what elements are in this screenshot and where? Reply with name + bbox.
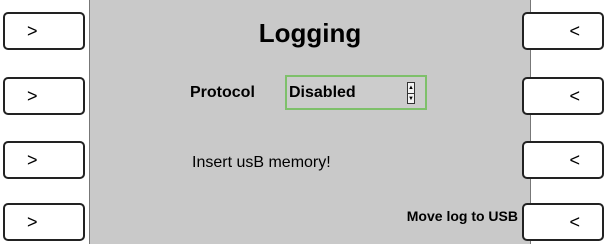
chevron-right-icon: > [27,149,38,170]
display-screen: Logging Protocol Disabled ▲ ▼ Insert usB… [89,0,531,244]
chevron-left-icon: < [569,149,580,170]
right-softkey-1[interactable]: < [522,12,604,50]
status-message: Insert usB memory! [192,154,331,171]
left-softkey-3[interactable]: > [3,141,85,179]
chevron-right-icon: > [27,20,38,41]
protocol-select[interactable]: Disabled ▲ ▼ [285,75,427,110]
right-softkey-4-move-log[interactable]: < [522,203,604,241]
chevron-left-icon: < [569,85,580,106]
chevron-left-icon: < [569,20,580,41]
left-softkey-4[interactable]: > [3,203,85,241]
chevron-right-icon: > [27,85,38,106]
chevron-right-icon: > [27,211,38,232]
left-softkey-1[interactable]: > [3,12,85,50]
right-softkey-2[interactable]: < [522,77,604,115]
move-log-label: Move log to USB [406,208,518,224]
page-title: Logging [258,18,362,48]
updown-stepper-icon[interactable]: ▲ ▼ [407,82,415,104]
step-down-icon[interactable]: ▼ [408,93,414,104]
protocol-value: Disabled [289,83,356,101]
right-softkey-3[interactable]: < [522,141,604,179]
step-up-icon[interactable]: ▲ [408,83,414,93]
left-softkey-2[interactable]: > [3,77,85,115]
chevron-left-icon: < [569,211,580,232]
protocol-label: Protocol [190,84,255,101]
